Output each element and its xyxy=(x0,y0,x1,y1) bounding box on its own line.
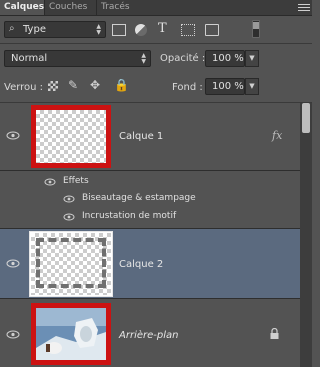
pattern-frame xyxy=(36,238,106,288)
layer-row-calque-1[interactable]: Calque 1 fx xyxy=(0,103,300,171)
background-image-thumbnail xyxy=(36,308,106,360)
opacity-value: 100 % xyxy=(212,53,244,64)
chevron-down-icon: ▼ xyxy=(249,54,255,62)
effects-label[interactable]: Effets xyxy=(63,176,89,186)
visibility-eye-icon[interactable] xyxy=(6,259,20,268)
fill-value: 100 % xyxy=(212,81,244,92)
visibility-eye-icon[interactable] xyxy=(6,131,20,140)
filter-kind-value: Type xyxy=(23,24,46,35)
lock-position-icon[interactable]: ✥ xyxy=(90,78,100,92)
search-icon: ⌕ xyxy=(9,23,15,34)
dropdown-arrows-icon: ▲ ▼ xyxy=(141,52,146,65)
image-filter-icon[interactable] xyxy=(112,24,126,36)
effects-fx-icon[interactable]: fx xyxy=(272,129,282,142)
smart-object-filter-icon[interactable] xyxy=(205,24,219,36)
opacity-label: Opacité : xyxy=(160,53,206,64)
fill-slider-button[interactable]: ▼ xyxy=(245,78,259,95)
dropdown-arrows-icon: ▲ ▼ xyxy=(96,23,101,36)
layer-thumbnail xyxy=(31,105,111,168)
filter-toggle-icon[interactable] xyxy=(252,20,260,38)
opacity-field[interactable]: 100 % xyxy=(205,50,245,67)
transparency-checker xyxy=(36,110,106,163)
layers-panel: Calques Couches Tracés ⌕ Type ▲ ▼ T Norma… xyxy=(0,0,312,367)
visibility-eye-icon[interactable] xyxy=(44,178,58,187)
layer-thumbnail xyxy=(29,231,113,297)
adjustment-filter-icon[interactable] xyxy=(135,24,147,36)
layers-scrollbar[interactable] xyxy=(300,103,312,367)
tab-traces[interactable]: Tracés xyxy=(96,0,140,15)
chevron-down-icon: ▼ xyxy=(249,82,255,90)
blend-mode-value: Normal xyxy=(11,53,48,64)
layer-row-background[interactable]: Arrière-plan xyxy=(0,300,300,367)
panel-menu-icon[interactable] xyxy=(298,2,310,12)
type-filter-icon[interactable]: T xyxy=(158,21,172,36)
blend-mode-dropdown[interactable]: Normal ▲ ▼ xyxy=(4,50,151,67)
filter-kind-dropdown[interactable]: ⌕ Type ▲ ▼ xyxy=(4,21,106,38)
lock-all-icon[interactable]: 🔒 xyxy=(114,78,129,92)
panel-tab-bar: Calques Couches Tracés xyxy=(0,0,312,16)
divider xyxy=(0,43,312,44)
fill-field[interactable]: 100 % xyxy=(205,78,245,95)
visibility-eye-icon[interactable] xyxy=(63,195,77,204)
lock-transparency-icon[interactable] xyxy=(48,81,58,91)
opacity-slider-button[interactable]: ▼ xyxy=(245,50,259,67)
tab-couches[interactable]: Couches xyxy=(44,0,96,15)
visibility-eye-icon[interactable] xyxy=(63,213,77,222)
lock-paint-icon[interactable]: ✎ xyxy=(68,78,78,92)
layer-effects-group: Effets Biseautage & estampage Incrustati… xyxy=(0,172,300,229)
visibility-eye-icon[interactable] xyxy=(6,330,20,339)
layer-name[interactable]: Calque 2 xyxy=(119,259,163,270)
layer-name[interactable]: Calque 1 xyxy=(119,131,163,142)
fill-label: Fond : xyxy=(172,82,203,93)
scrollbar-thumb[interactable] xyxy=(302,103,310,133)
lock-icon xyxy=(270,327,279,342)
lock-label: Verrou : xyxy=(4,82,44,93)
layer-thumbnail xyxy=(31,303,111,365)
layer-row-calque-2[interactable]: Calque 2 xyxy=(0,229,300,299)
tab-calques[interactable]: Calques xyxy=(0,0,44,15)
effect-item[interactable]: Biseautage & estampage xyxy=(82,193,196,203)
shape-filter-icon[interactable] xyxy=(181,24,195,36)
effect-item[interactable]: Incrustation de motif xyxy=(82,211,176,221)
layer-name[interactable]: Arrière-plan xyxy=(119,330,178,341)
